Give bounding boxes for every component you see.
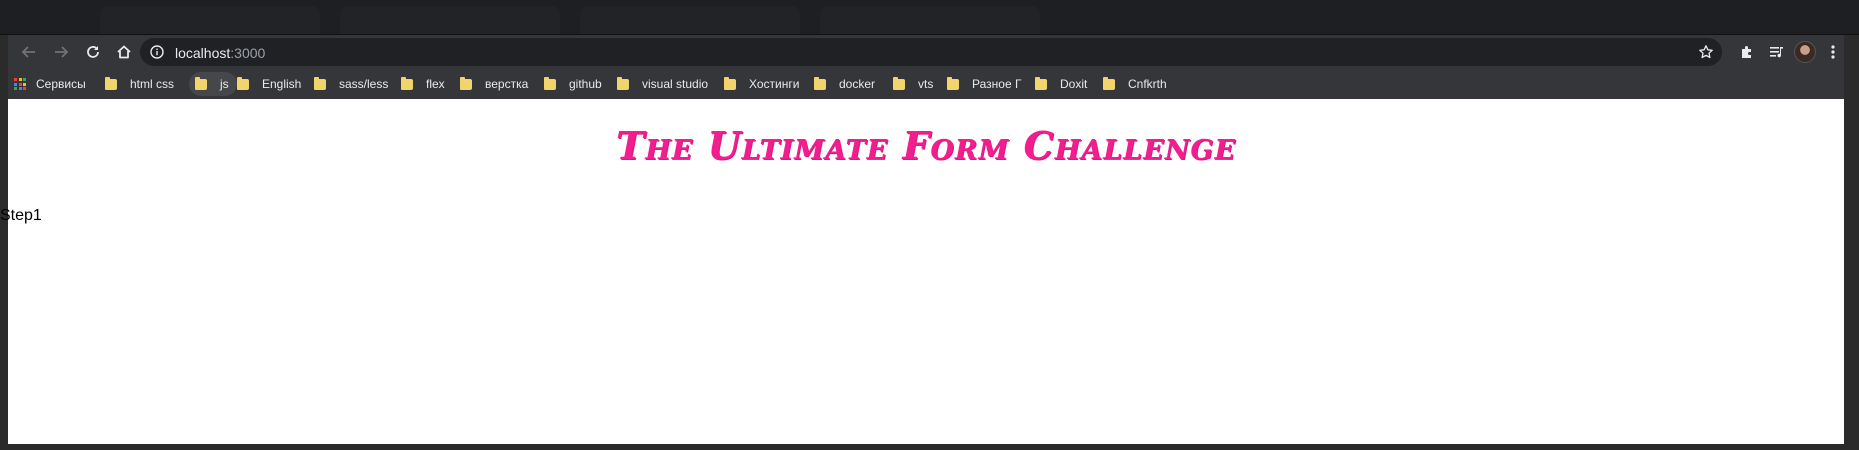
media-control-button[interactable]: [1764, 39, 1790, 65]
folder-icon: [237, 76, 249, 90]
url-host: localhost: [175, 45, 231, 61]
browser-window: localhost:3000 Сервисы html css js Engli…: [0, 35, 1844, 444]
url-text[interactable]: localhost:3000: [175, 45, 265, 61]
address-bar[interactable]: localhost:3000: [140, 38, 1722, 66]
bookmark-folder-hosting[interactable]: Хостинги: [724, 72, 799, 96]
bookmark-folder-markup[interactable]: верстка: [460, 72, 528, 96]
folder-icon: [1035, 76, 1047, 90]
bookmark-folder-doxit[interactable]: Doxit: [1035, 72, 1087, 96]
url-port: :3000: [230, 45, 266, 61]
folder-icon: [195, 76, 207, 90]
bookmark-label: Разное Г: [972, 77, 1022, 91]
arrow-right-icon: [55, 46, 69, 58]
bookmark-label: js: [220, 77, 229, 91]
more-vertical-icon: [1831, 45, 1835, 59]
folder-icon: [893, 76, 905, 90]
folder-icon: [814, 76, 826, 90]
info-icon[interactable]: [150, 45, 164, 59]
home-icon: [117, 45, 131, 59]
back-button[interactable]: [16, 39, 42, 65]
screen: localhost:3000 Сервисы html css js Engli…: [0, 0, 1859, 450]
bookmark-services[interactable]: Сервисы: [14, 72, 86, 96]
puzzle-icon: [1742, 46, 1751, 58]
playlist-icon: [1770, 47, 1783, 58]
folder-icon: [544, 76, 556, 90]
bookmark-label: English: [262, 77, 302, 91]
bookmark-folder-vts[interactable]: vts: [893, 72, 933, 96]
tab[interactable]: [580, 6, 800, 34]
window-edge: [1844, 35, 1859, 450]
bookmark-folder-cnfkrth[interactable]: Cnfkrth: [1103, 72, 1167, 96]
step-label: Step1: [0, 207, 42, 224]
bookmark-star-icon[interactable]: [1698, 44, 1714, 60]
home-button[interactable]: [111, 39, 137, 65]
bookmark-folder-js[interactable]: js: [189, 72, 237, 96]
folder-icon: [105, 76, 117, 90]
folder-icon: [460, 76, 472, 90]
bookmark-label: docker: [839, 77, 876, 91]
arrow-left-icon: [21, 46, 35, 58]
tab-strip: [0, 0, 1859, 35]
bookmark-label: vts: [918, 77, 934, 91]
bookmark-folder-flex[interactable]: flex: [401, 72, 445, 96]
tab[interactable]: [340, 6, 560, 34]
tab[interactable]: [100, 6, 320, 34]
extensions-button[interactable]: [1734, 39, 1760, 65]
folder-icon: [1103, 76, 1115, 90]
bookmark-label: Cnfkrth: [1128, 77, 1167, 91]
profile-avatar[interactable]: [1794, 41, 1816, 63]
folder-icon: [401, 76, 413, 90]
bookmark-folder-sass-less[interactable]: sass/less: [314, 72, 388, 96]
page-title: The Ultimate Form Challenge: [615, 123, 1237, 168]
bookmark-folder-github[interactable]: github: [544, 72, 602, 96]
bookmark-label: Doxit: [1060, 77, 1088, 91]
browser-menu-button[interactable]: [1820, 39, 1846, 65]
browser-toolbar: localhost:3000: [8, 35, 1844, 68]
bookmarks-bar: Сервисы html css js English sass/less fl…: [8, 68, 1844, 99]
folder-icon: [314, 76, 326, 90]
bookmark-folder-html-css[interactable]: html css: [105, 72, 174, 96]
bookmark-label: html css: [130, 77, 175, 91]
folder-icon: [947, 76, 959, 90]
folder-icon: [724, 76, 736, 90]
bookmark-label: github: [569, 77, 602, 91]
bookmark-label: Хостинги: [749, 77, 800, 91]
bookmark-folder-docker[interactable]: docker: [814, 72, 875, 96]
apps-grid-icon: [14, 78, 26, 90]
tab[interactable]: [820, 6, 1040, 34]
bookmark-folder-misc[interactable]: Разное Г: [947, 72, 1021, 96]
forward-button[interactable]: [48, 39, 74, 65]
bookmark-label: Сервисы: [36, 77, 86, 91]
page-viewport: The Ultimate Form Challenge Step1: [0, 99, 1844, 444]
bookmark-label: верстка: [485, 77, 529, 91]
bookmark-label: visual studio: [642, 77, 709, 91]
reload-button[interactable]: [80, 39, 106, 65]
reload-icon: [87, 46, 99, 58]
bookmark-folder-english[interactable]: English: [237, 72, 301, 96]
bookmark-label: flex: [426, 77, 445, 91]
folder-icon: [617, 76, 629, 90]
bookmark-folder-visual-studio[interactable]: visual studio: [617, 72, 708, 96]
bookmark-label: sass/less: [339, 77, 389, 91]
